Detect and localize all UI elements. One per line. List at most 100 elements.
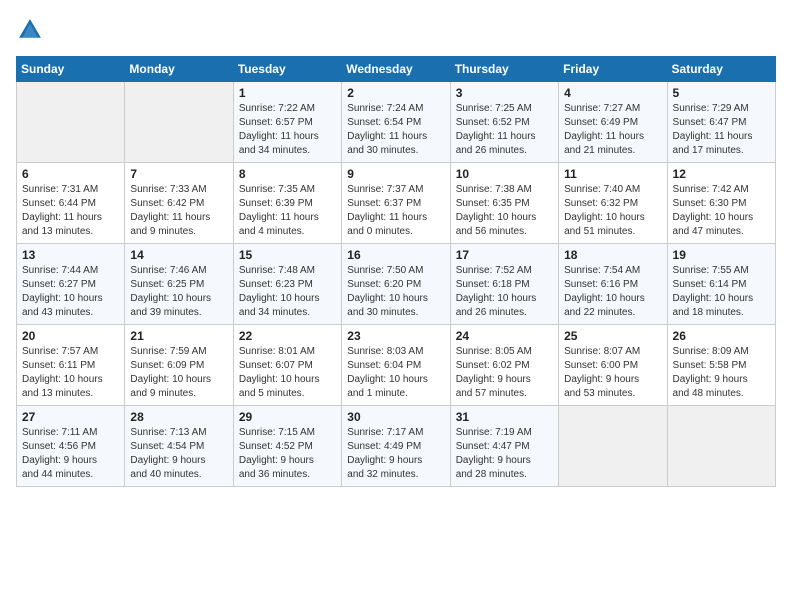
calendar-row-0: 1Sunrise: 7:22 AM Sunset: 6:57 PM Daylig… <box>17 82 776 163</box>
calendar-cell: 16 Sunrise: 7:50 AM Sunset: 6:20 PM Dayli… <box>342 244 450 325</box>
day-content: Sunrise: 7:19 AM Sunset: 4:47 PM Dayligh… <box>456 426 553 482</box>
day-number: 16 <box>347 248 444 262</box>
day-number: 1 <box>239 86 336 100</box>
day-content: Sunrise: 7:33 AM Sunset: 6:42 PM Dayligh… <box>130 183 227 239</box>
day-number: 25 <box>564 329 661 343</box>
day-content: Sunrise: 8:03 AM Sunset: 6:04 PM Dayligh… <box>347 345 444 401</box>
calendar-cell: 19 Sunrise: 7:55 AM Sunset: 6:14 PM Dayli… <box>667 244 775 325</box>
calendar-row-2: 13Sunrise: 7:44 AM Sunset: 6:27 PM Dayli… <box>17 244 776 325</box>
calendar-cell: 30Sunrise: 7:17 AM Sunset: 4:49 PM Dayli… <box>342 406 450 487</box>
day-content: Sunrise: 7:37 AM Sunset: 6:37 PM Dayligh… <box>347 183 444 239</box>
day-number: 19 <box>673 248 770 262</box>
day-number: 14 <box>130 248 227 262</box>
day-content: Sunrise: 7:48 AM Sunset: 6:23 PM Dayligh… <box>239 264 336 320</box>
day-number: 30 <box>347 410 444 424</box>
day-content: Sunrise: 7:31 AM Sunset: 6:44 PM Dayligh… <box>22 183 119 239</box>
logo <box>16 16 48 44</box>
day-number: 23 <box>347 329 444 343</box>
weekday-header-monday: Monday <box>125 57 233 82</box>
calendar-cell <box>667 406 775 487</box>
calendar-cell <box>125 82 233 163</box>
day-content: Sunrise: 7:29 AM Sunset: 6:47 PM Dayligh… <box>673 102 770 158</box>
day-number: 2 <box>347 86 444 100</box>
weekday-header-thursday: Thursday <box>450 57 558 82</box>
day-content: Sunrise: 7:38 AM Sunset: 6:35 PM Dayligh… <box>456 183 553 239</box>
weekday-header-tuesday: Tuesday <box>233 57 341 82</box>
calendar-cell: 20 Sunrise: 7:57 AM Sunset: 6:11 PM Dayli… <box>17 325 125 406</box>
day-number: 27 <box>22 410 119 424</box>
day-number: 10 <box>456 167 553 181</box>
calendar-cell: 10 Sunrise: 7:38 AM Sunset: 6:35 PM Dayli… <box>450 163 558 244</box>
weekday-header-saturday: Saturday <box>667 57 775 82</box>
calendar-cell: 9 Sunrise: 7:37 AM Sunset: 6:37 PM Daylig… <box>342 163 450 244</box>
day-number: 18 <box>564 248 661 262</box>
calendar-cell: 12 Sunrise: 7:42 AM Sunset: 6:30 PM Dayli… <box>667 163 775 244</box>
calendar-cell: 31Sunrise: 7:19 AM Sunset: 4:47 PM Dayli… <box>450 406 558 487</box>
day-content: Sunrise: 7:50 AM Sunset: 6:20 PM Dayligh… <box>347 264 444 320</box>
day-content: Sunrise: 7:13 AM Sunset: 4:54 PM Dayligh… <box>130 426 227 482</box>
day-number: 6 <box>22 167 119 181</box>
calendar-row-4: 27 Sunrise: 7:11 AM Sunset: 4:56 PM Dayli… <box>17 406 776 487</box>
calendar-cell: 29 Sunrise: 7:15 AM Sunset: 4:52 PM Dayli… <box>233 406 341 487</box>
day-number: 11 <box>564 167 661 181</box>
day-number: 20 <box>22 329 119 343</box>
day-content: Sunrise: 7:42 AM Sunset: 6:30 PM Dayligh… <box>673 183 770 239</box>
weekday-header-wednesday: Wednesday <box>342 57 450 82</box>
calendar-cell: 15 Sunrise: 7:48 AM Sunset: 6:23 PM Dayli… <box>233 244 341 325</box>
calendar-cell <box>559 406 667 487</box>
day-content: Sunrise: 7:46 AM Sunset: 6:25 PM Dayligh… <box>130 264 227 320</box>
day-number: 7 <box>130 167 227 181</box>
calendar-cell: 21 Sunrise: 7:59 AM Sunset: 6:09 PM Dayli… <box>125 325 233 406</box>
calendar-cell: 18 Sunrise: 7:54 AM Sunset: 6:16 PM Dayli… <box>559 244 667 325</box>
day-content: Sunrise: 7:11 AM Sunset: 4:56 PM Dayligh… <box>22 426 119 482</box>
day-content: Sunrise: 7:40 AM Sunset: 6:32 PM Dayligh… <box>564 183 661 239</box>
calendar-cell: 1Sunrise: 7:22 AM Sunset: 6:57 PM Daylig… <box>233 82 341 163</box>
day-content: Sunrise: 8:07 AM Sunset: 6:00 PM Dayligh… <box>564 345 661 401</box>
day-number: 15 <box>239 248 336 262</box>
calendar-cell: 17Sunrise: 7:52 AM Sunset: 6:18 PM Dayli… <box>450 244 558 325</box>
calendar-cell: 14 Sunrise: 7:46 AM Sunset: 6:25 PM Dayli… <box>125 244 233 325</box>
day-number: 12 <box>673 167 770 181</box>
calendar-cell <box>17 82 125 163</box>
day-content: Sunrise: 7:57 AM Sunset: 6:11 PM Dayligh… <box>22 345 119 401</box>
day-content: Sunrise: 7:55 AM Sunset: 6:14 PM Dayligh… <box>673 264 770 320</box>
day-content: Sunrise: 7:24 AM Sunset: 6:54 PM Dayligh… <box>347 102 444 158</box>
calendar-cell: 22Sunrise: 8:01 AM Sunset: 6:07 PM Dayli… <box>233 325 341 406</box>
page-header <box>16 16 776 44</box>
calendar-cell: 27 Sunrise: 7:11 AM Sunset: 4:56 PM Dayli… <box>17 406 125 487</box>
calendar-cell: 24Sunrise: 8:05 AM Sunset: 6:02 PM Dayli… <box>450 325 558 406</box>
day-content: Sunrise: 8:01 AM Sunset: 6:07 PM Dayligh… <box>239 345 336 401</box>
day-number: 3 <box>456 86 553 100</box>
calendar-cell: 6 Sunrise: 7:31 AM Sunset: 6:44 PM Daylig… <box>17 163 125 244</box>
day-content: Sunrise: 8:05 AM Sunset: 6:02 PM Dayligh… <box>456 345 553 401</box>
calendar-cell: 25 Sunrise: 8:07 AM Sunset: 6:00 PM Dayli… <box>559 325 667 406</box>
day-number: 4 <box>564 86 661 100</box>
day-content: Sunrise: 7:15 AM Sunset: 4:52 PM Dayligh… <box>239 426 336 482</box>
calendar-cell: 8 Sunrise: 7:35 AM Sunset: 6:39 PM Daylig… <box>233 163 341 244</box>
day-number: 9 <box>347 167 444 181</box>
day-content: Sunrise: 7:52 AM Sunset: 6:18 PM Dayligh… <box>456 264 553 320</box>
day-content: Sunrise: 8:09 AM Sunset: 5:58 PM Dayligh… <box>673 345 770 401</box>
calendar-cell: 26 Sunrise: 8:09 AM Sunset: 5:58 PM Dayli… <box>667 325 775 406</box>
day-content: Sunrise: 7:35 AM Sunset: 6:39 PM Dayligh… <box>239 183 336 239</box>
day-content: Sunrise: 7:54 AM Sunset: 6:16 PM Dayligh… <box>564 264 661 320</box>
day-number: 13 <box>22 248 119 262</box>
calendar-cell: 4 Sunrise: 7:27 AM Sunset: 6:49 PM Daylig… <box>559 82 667 163</box>
calendar-cell: 11 Sunrise: 7:40 AM Sunset: 6:32 PM Dayli… <box>559 163 667 244</box>
calendar-cell: 7 Sunrise: 7:33 AM Sunset: 6:42 PM Daylig… <box>125 163 233 244</box>
logo-icon <box>16 16 44 44</box>
weekday-header-sunday: Sunday <box>17 57 125 82</box>
day-number: 21 <box>130 329 227 343</box>
day-number: 29 <box>239 410 336 424</box>
day-content: Sunrise: 7:25 AM Sunset: 6:52 PM Dayligh… <box>456 102 553 158</box>
calendar-table: SundayMondayTuesdayWednesdayThursdayFrid… <box>16 56 776 487</box>
day-number: 8 <box>239 167 336 181</box>
weekday-header-row: SundayMondayTuesdayWednesdayThursdayFrid… <box>17 57 776 82</box>
calendar-cell: 13Sunrise: 7:44 AM Sunset: 6:27 PM Dayli… <box>17 244 125 325</box>
day-content: Sunrise: 7:27 AM Sunset: 6:49 PM Dayligh… <box>564 102 661 158</box>
calendar-cell: 5Sunrise: 7:29 AM Sunset: 6:47 PM Daylig… <box>667 82 775 163</box>
day-content: Sunrise: 7:59 AM Sunset: 6:09 PM Dayligh… <box>130 345 227 401</box>
calendar-row-1: 6 Sunrise: 7:31 AM Sunset: 6:44 PM Daylig… <box>17 163 776 244</box>
calendar-cell: 23 Sunrise: 8:03 AM Sunset: 6:04 PM Dayli… <box>342 325 450 406</box>
day-number: 26 <box>673 329 770 343</box>
